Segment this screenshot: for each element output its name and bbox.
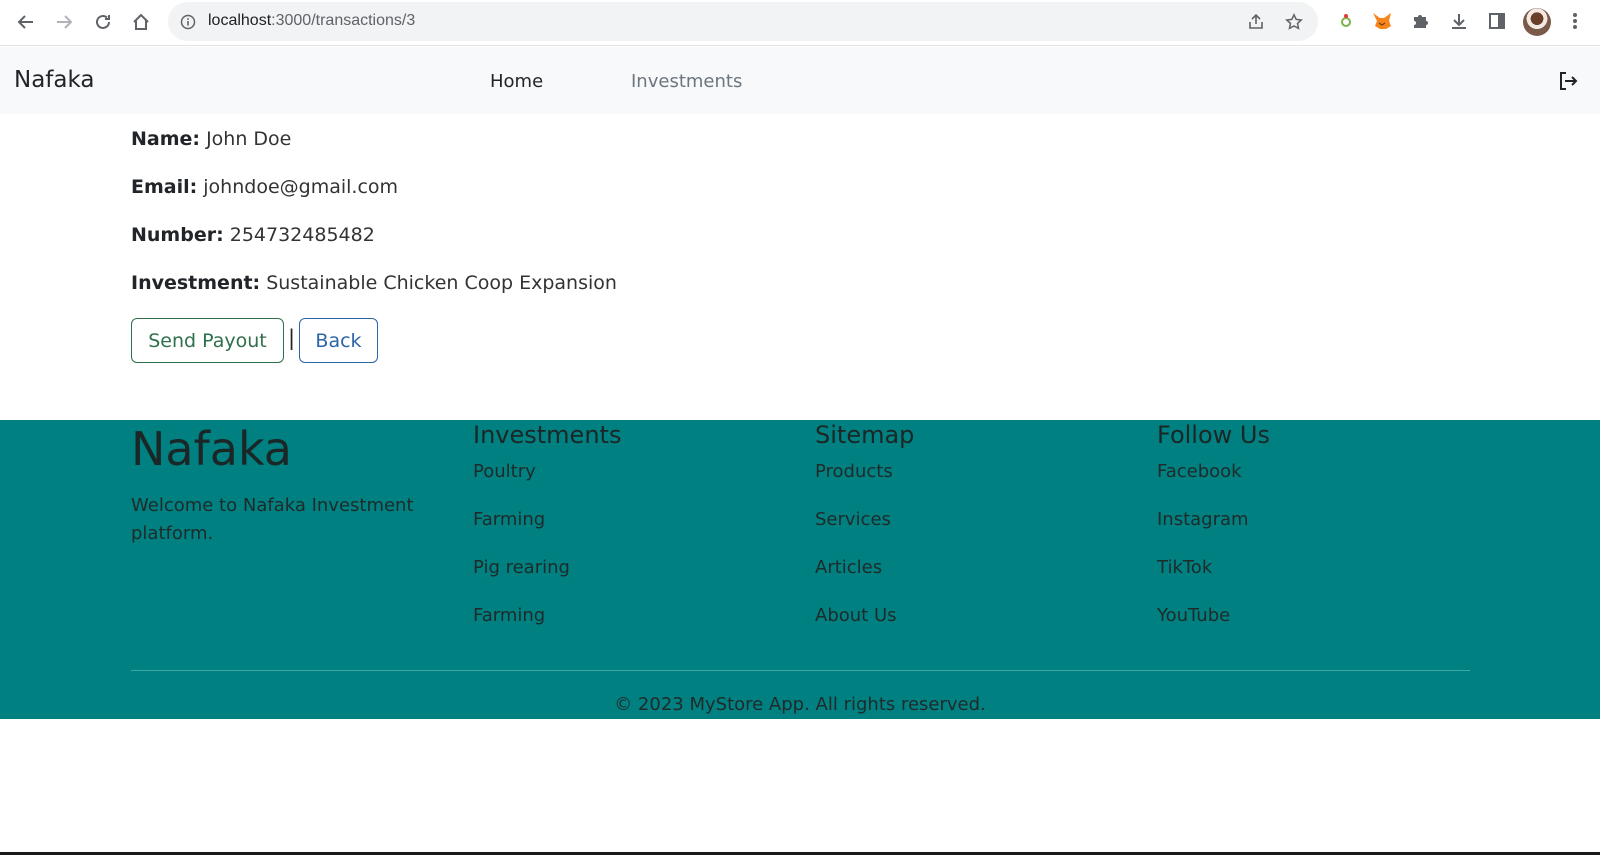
number-label: Number: [131, 224, 224, 246]
site-info-icon[interactable] [180, 14, 196, 34]
side-panel-icon[interactable] [1485, 9, 1509, 33]
metamask-fox-icon[interactable] [1370, 9, 1394, 33]
detail-email: Email: johndoe@gmail.com [131, 176, 398, 198]
footer-link-poultry[interactable]: Poultry [473, 460, 621, 508]
investment-value: Sustainable Chicken Coop Expansion [266, 272, 617, 294]
button-separator: | [288, 326, 296, 350]
browser-toolbar: localhost:3000/transactions/3 [0, 0, 1600, 46]
more-menu-icon[interactable] [1563, 9, 1587, 33]
footer-link-about-us[interactable]: About Us [815, 604, 914, 652]
share-icon[interactable] [1246, 12, 1266, 32]
footer-link-instagram[interactable]: Instagram [1157, 508, 1270, 556]
url-path: :3000/transactions/3 [271, 12, 416, 29]
url-text[interactable]: localhost:3000/transactions/3 [208, 12, 415, 30]
number-value: 254732485482 [229, 224, 375, 246]
back-arrow-icon[interactable] [14, 10, 38, 34]
profile-avatar[interactable] [1523, 8, 1551, 36]
reload-icon[interactable] [91, 10, 115, 34]
navbar-brand[interactable]: Nafaka [14, 67, 95, 93]
detail-investment: Investment: Sustainable Chicken Coop Exp… [131, 272, 617, 294]
investment-label: Investment: [131, 272, 261, 294]
forward-arrow-icon[interactable] [52, 10, 76, 34]
footer-link-articles[interactable]: Articles [815, 556, 914, 604]
extension-ring-icon[interactable] [1334, 9, 1358, 33]
downloads-icon[interactable] [1447, 9, 1471, 33]
email-label: Email: [131, 176, 198, 198]
footer-welcome-text: Welcome to Nafaka Investment platform. [131, 495, 414, 544]
nav-link-investments[interactable]: Investments [631, 71, 742, 92]
footer-column-follow-us: Follow Us Facebook Instagram TikTok YouT… [1157, 420, 1270, 652]
footer-link-youtube[interactable]: YouTube [1157, 604, 1270, 652]
back-button[interactable]: Back [299, 318, 378, 363]
footer-divider [131, 670, 1470, 671]
footer-link-facebook[interactable]: Facebook [1157, 460, 1270, 508]
extensions-puzzle-icon[interactable] [1408, 9, 1432, 33]
footer-column-sitemap: Sitemap Products Services Articles About… [815, 420, 914, 652]
name-value: John Doe [206, 128, 292, 150]
name-label: Name: [131, 128, 201, 150]
footer-copyright: © 2023 MyStore App. All rights reserved. [614, 694, 986, 715]
bookmark-star-icon[interactable] [1284, 12, 1304, 32]
footer-brand: Nafaka [131, 422, 292, 476]
email-value: johndoe@gmail.com [203, 176, 399, 198]
footer-link-tiktok[interactable]: TikTok [1157, 556, 1270, 604]
footer-column-investments: Investments Poultry Farming Pig rearing … [473, 420, 621, 652]
footer-column-title: Sitemap [815, 421, 915, 449]
detail-number: Number: 254732485482 [131, 224, 375, 246]
address-bar[interactable]: localhost:3000/transactions/3 [168, 2, 1318, 41]
footer-link-farming-2[interactable]: Farming [473, 604, 621, 652]
footer-link-pig-rearing[interactable]: Pig rearing [473, 556, 621, 604]
url-host: localhost [208, 12, 272, 29]
nav-link-home[interactable]: Home [490, 71, 543, 92]
footer-column-title: Follow Us [1157, 421, 1270, 449]
home-icon[interactable] [129, 10, 153, 34]
app-navbar: Nafaka Home Investments [0, 47, 1600, 114]
send-payout-button[interactable]: Send Payout [131, 318, 284, 363]
detail-name: Name: John Doe [131, 128, 291, 150]
footer-column-title: Investments [473, 421, 622, 449]
site-footer: Nafaka Welcome to Nafaka Investment plat… [0, 420, 1600, 719]
logout-icon[interactable] [1557, 70, 1579, 92]
footer-link-services[interactable]: Services [815, 508, 914, 556]
footer-link-products[interactable]: Products [815, 460, 914, 508]
footer-link-farming[interactable]: Farming [473, 508, 621, 556]
